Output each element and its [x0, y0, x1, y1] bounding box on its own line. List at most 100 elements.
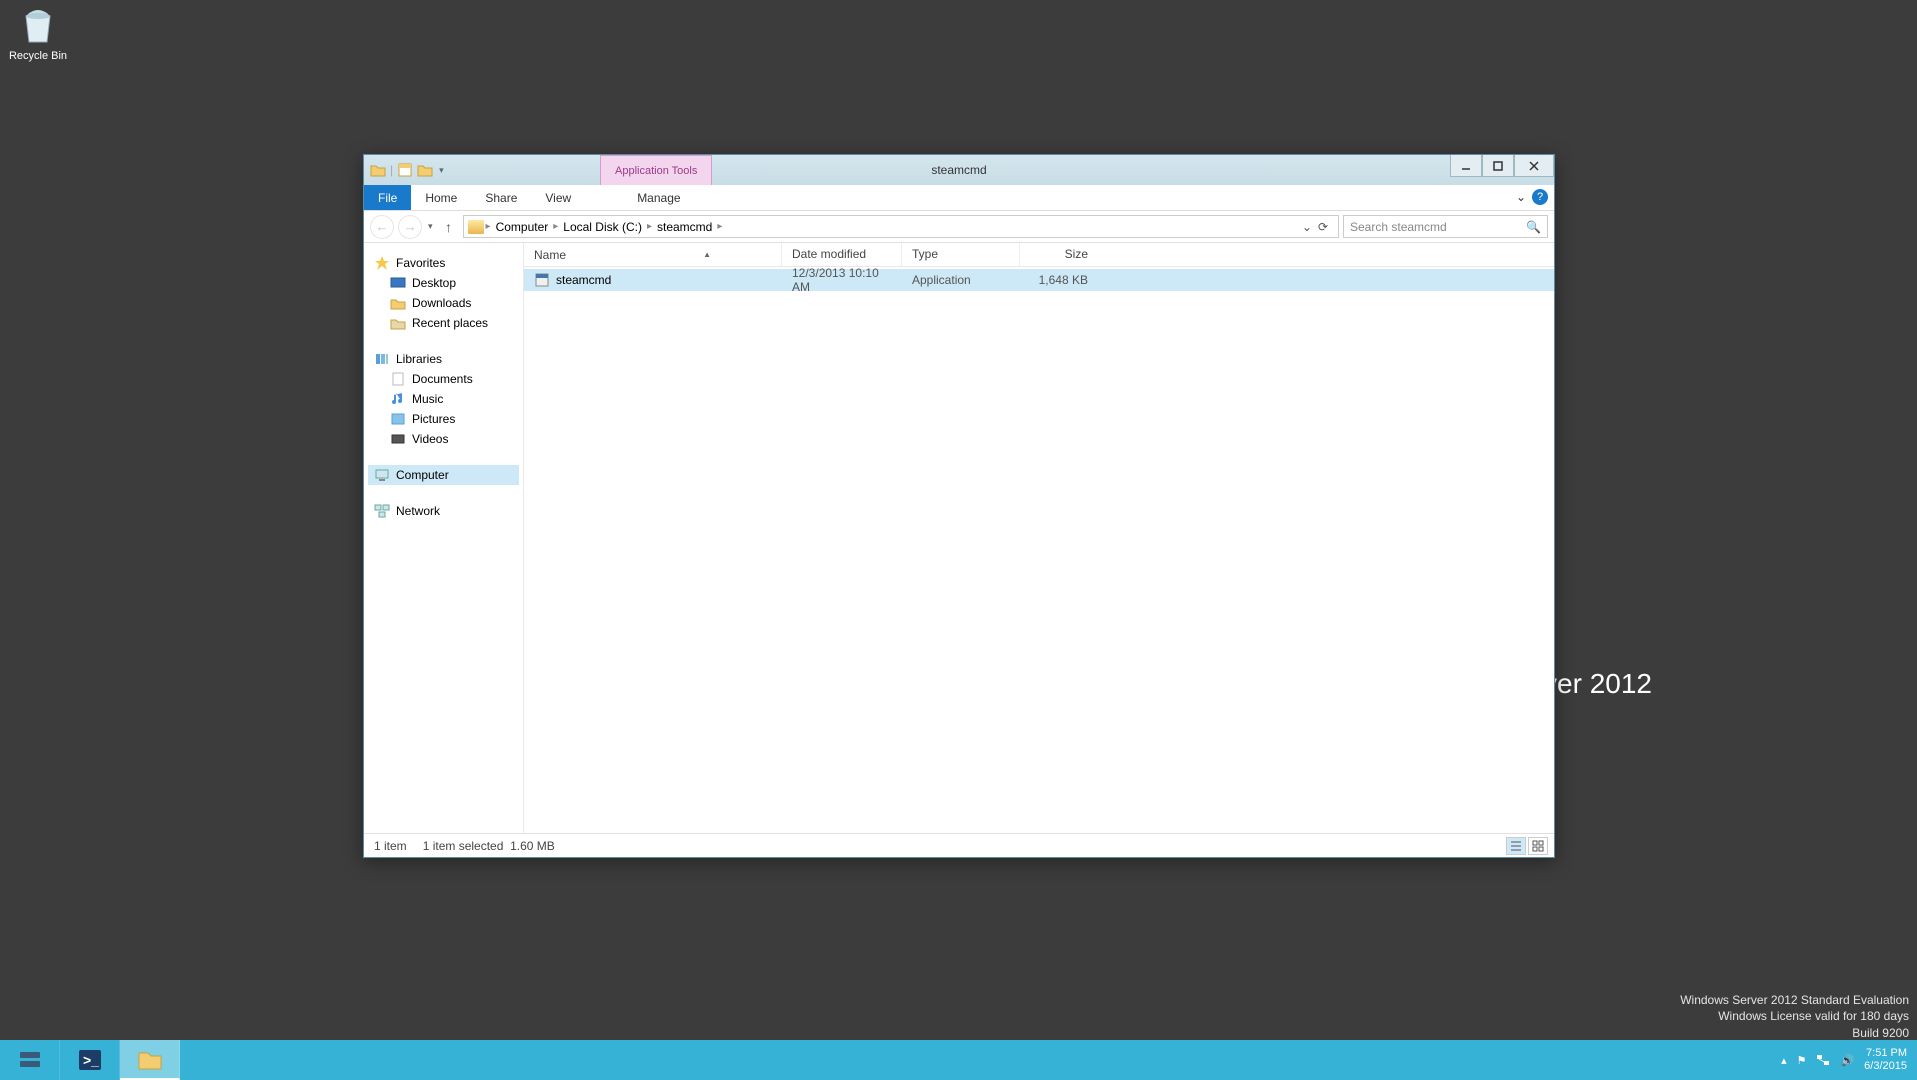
- address-dropdown-icon[interactable]: ⌄: [1302, 220, 1312, 234]
- context-tab-application-tools[interactable]: Application Tools: [600, 155, 712, 185]
- documents-icon: [390, 371, 406, 387]
- column-header-type[interactable]: Type: [902, 243, 1020, 266]
- navigation-bar: ← → ▾ ↑ ▸ Computer ▸ Local Disk (C:) ▸ s…: [364, 211, 1554, 243]
- minimize-button[interactable]: [1450, 155, 1482, 177]
- close-button[interactable]: [1514, 155, 1554, 177]
- status-bar: 1 item 1 item selected 1.60 MB: [364, 833, 1554, 857]
- sidebar-item-videos[interactable]: Videos: [368, 429, 519, 449]
- search-placeholder: Search steamcmd: [1350, 220, 1447, 234]
- sidebar-label: Libraries: [396, 352, 442, 366]
- search-input[interactable]: Search steamcmd 🔍: [1343, 215, 1548, 238]
- folder-icon[interactable]: [370, 162, 386, 178]
- videos-icon: [390, 431, 406, 447]
- search-icon: 🔍: [1526, 220, 1541, 234]
- sidebar-label: Network: [396, 504, 440, 518]
- ribbon-minimize-icon[interactable]: ⌄: [1516, 190, 1526, 204]
- sidebar-item-pictures[interactable]: Pictures: [368, 409, 519, 429]
- watermark-line1: Windows Server 2012 Standard Evaluation: [1680, 992, 1909, 1009]
- computer-icon: [374, 467, 390, 483]
- tab-manage[interactable]: Manage: [623, 185, 694, 210]
- sidebar-item-desktop[interactable]: Desktop: [368, 273, 519, 293]
- titlebar[interactable]: | ▾ Application Tools steamcmd: [364, 155, 1554, 185]
- refresh-icon[interactable]: ⟳: [1318, 220, 1328, 234]
- libraries-icon: [374, 351, 390, 367]
- sidebar-network[interactable]: Network: [368, 501, 519, 521]
- sidebar-item-recent-places[interactable]: Recent places: [368, 313, 519, 333]
- file-list: Name▲ Date modified Type Size steamcmd 1…: [524, 243, 1554, 833]
- recent-icon: [390, 315, 406, 331]
- file-row[interactable]: steamcmd 12/3/2013 10:10 AM Application …: [524, 269, 1554, 291]
- taskbar-explorer[interactable]: [120, 1040, 180, 1080]
- status-selected-size: 1.60 MB: [510, 839, 555, 853]
- taskbar-powershell[interactable]: >_: [60, 1040, 120, 1080]
- tab-home[interactable]: Home: [411, 185, 471, 210]
- breadcrumb-steamcmd[interactable]: steamcmd: [654, 220, 715, 234]
- taskbar-server-manager[interactable]: [0, 1040, 60, 1080]
- flag-icon[interactable]: ⚑: [1797, 1054, 1807, 1067]
- chevron-right-icon[interactable]: ▸: [717, 221, 722, 232]
- address-bar[interactable]: ▸ Computer ▸ Local Disk (C:) ▸ steamcmd …: [463, 215, 1339, 238]
- column-header-size[interactable]: Size: [1020, 243, 1098, 266]
- chevron-right-icon[interactable]: ▸: [486, 221, 491, 232]
- desktop-icon: [390, 275, 406, 291]
- folder-icon: [468, 220, 484, 234]
- ribbon-tabs: File Home Share View Manage ⌄ ?: [364, 185, 1554, 211]
- sidebar-item-documents[interactable]: Documents: [368, 369, 519, 389]
- sidebar-libraries[interactable]: Libraries: [368, 349, 519, 369]
- window-title: steamcmd: [931, 163, 986, 177]
- svg-text:>_: >_: [83, 1052, 99, 1068]
- details-view-button[interactable]: [1506, 837, 1526, 855]
- column-header-name[interactable]: Name▲: [524, 243, 782, 266]
- sidebar-item-music[interactable]: Music: [368, 389, 519, 409]
- watermark-eval: Windows Server 2012 Standard Evaluation …: [1680, 992, 1909, 1042]
- history-dropdown-icon[interactable]: ▾: [426, 221, 435, 232]
- up-button[interactable]: ↑: [439, 217, 459, 237]
- context-tab-label: Application Tools: [615, 165, 697, 177]
- file-size: 1,648 KB: [1020, 273, 1098, 287]
- server-manager-icon: [16, 1046, 44, 1074]
- thumbnails-view-button[interactable]: [1528, 837, 1548, 855]
- powershell-icon: >_: [76, 1046, 104, 1074]
- chevron-right-icon[interactable]: ▸: [553, 221, 558, 232]
- desktop-icon-recycle-bin[interactable]: Recycle Bin: [8, 6, 68, 62]
- help-icon[interactable]: ?: [1532, 189, 1548, 205]
- maximize-button[interactable]: [1482, 155, 1514, 177]
- network-icon: [374, 503, 390, 519]
- sidebar-computer[interactable]: Computer: [368, 465, 519, 485]
- explorer-window: | ▾ Application Tools steamcmd File Home…: [363, 154, 1555, 858]
- pictures-icon: [390, 411, 406, 427]
- tray-overflow-icon[interactable]: ▴: [1781, 1054, 1787, 1067]
- back-button[interactable]: ←: [370, 215, 394, 239]
- explorer-icon: [136, 1045, 164, 1073]
- status-item-count: 1 item: [374, 839, 407, 853]
- quick-access-toolbar: | ▾: [364, 162, 446, 178]
- tab-file[interactable]: File: [364, 185, 411, 210]
- watermark-line2: Windows License valid for 180 days: [1680, 1008, 1909, 1025]
- volume-icon[interactable]: 🔊: [1840, 1054, 1854, 1067]
- list-header: Name▲ Date modified Type Size: [524, 243, 1554, 267]
- tab-view[interactable]: View: [531, 185, 585, 210]
- breadcrumb-computer[interactable]: Computer: [493, 220, 552, 234]
- star-icon: [374, 255, 390, 271]
- file-name: steamcmd: [556, 273, 611, 287]
- file-type: Application: [902, 273, 1020, 287]
- new-folder-icon[interactable]: [417, 162, 433, 178]
- sidebar-favorites[interactable]: Favorites: [368, 253, 519, 273]
- tray-date: 6/3/2015: [1864, 1060, 1907, 1073]
- properties-icon[interactable]: [397, 162, 413, 178]
- tray-clock[interactable]: 7:51 PM 6/3/2015: [1864, 1047, 1907, 1073]
- navigation-pane: Favorites Desktop Downloads Recent place…: [364, 243, 524, 833]
- tab-share[interactable]: Share: [471, 185, 531, 210]
- chevron-right-icon[interactable]: ▸: [647, 221, 652, 232]
- status-selected-count: 1 item selected: [423, 839, 504, 853]
- qat-dropdown-icon[interactable]: ▾: [437, 165, 446, 176]
- network-tray-icon[interactable]: [1816, 1053, 1830, 1067]
- forward-button[interactable]: →: [398, 215, 422, 239]
- sidebar-item-downloads[interactable]: Downloads: [368, 293, 519, 313]
- system-tray: ▴ ⚑ 🔊 7:51 PM 6/3/2015: [1771, 1040, 1917, 1080]
- breadcrumb-local-disk[interactable]: Local Disk (C:): [560, 220, 645, 234]
- taskbar: >_ ▴ ⚑ 🔊 7:51 PM 6/3/2015: [0, 1040, 1917, 1080]
- qat-separator: |: [390, 163, 393, 177]
- column-header-date[interactable]: Date modified: [782, 243, 902, 266]
- desktop-icon-label: Recycle Bin: [9, 50, 67, 62]
